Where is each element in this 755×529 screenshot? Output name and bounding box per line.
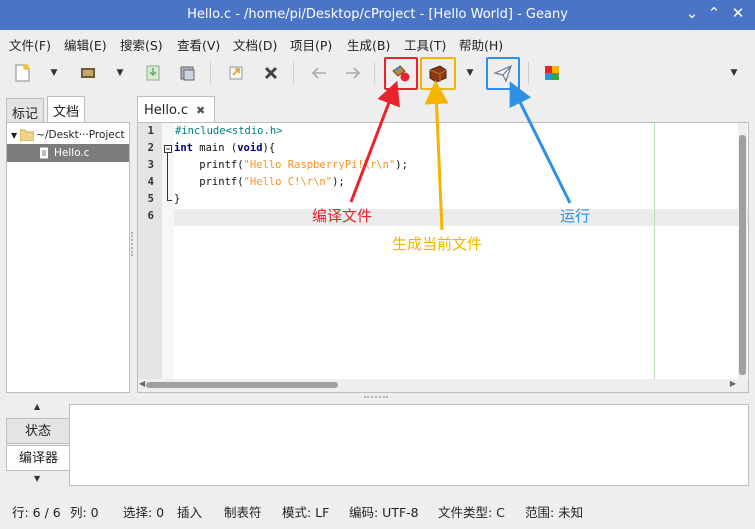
fold-margin [162,123,174,379]
line-number: 4 [147,176,154,188]
line-number: 2 [147,142,154,154]
tree-folder-label: ~/Deskt···Project [36,129,125,141]
menu-search[interactable]: 搜索(S) [120,35,163,54]
tree-file-row[interactable]: Hello.c [7,144,129,162]
fold-minus-icon[interactable] [164,145,172,153]
line-number: 5 [147,193,154,205]
menu-project[interactable]: 项目(P) [290,35,332,54]
menu-file[interactable]: 文件(F) [9,35,51,54]
message-window: ▲ 状态 编译器 ▼ [6,398,749,490]
open-file-icon[interactable] [74,59,102,87]
build-dropdown-icon[interactable]: ▼ [464,65,476,81]
annotation-run-label: 运行 [560,207,591,225]
tree-folder-row[interactable]: ▼ ~/Deskt···Project [7,126,129,144]
tab-hello-c[interactable]: Hello.c ✖ [137,96,215,123]
sidebar-tabs: 标记 文档 [6,96,130,123]
line-number: 3 [147,159,154,171]
line-number: 6 [147,210,154,222]
current-line-highlight [174,209,748,226]
back-arrow-icon[interactable] [305,59,333,87]
code-line-1: #include<stdio.h> [175,125,283,137]
status-selection: 选择: 0 [123,505,165,520]
editor-tab-label: Hello.c [144,102,189,118]
folder-icon [20,129,35,141]
compiler-output[interactable] [69,404,749,486]
run-icon[interactable] [489,59,517,87]
tab-status[interactable]: 状态 [6,418,70,444]
menu-bar: 文件(F) 编辑(E) 搜索(S) 查看(V) 文档(D) 项目(P) 生成(B… [0,30,755,56]
scroll-right-icon[interactable]: ▶ [730,379,736,388]
tab-documents[interactable]: 文档 [47,96,86,123]
window-title: Hello.c - /home/pi/Desktop/cProject - [H… [187,7,568,22]
line-number-gutter: 1 2 3 4 5 6 [138,123,162,379]
close-tab-icon[interactable]: ✖ [196,104,205,117]
status-indent: 制表符 [224,505,262,520]
tree-file-label: Hello.c [54,147,90,159]
compile-icon[interactable] [387,59,415,87]
long-line-marker [654,123,655,379]
vertical-splitter-handle[interactable] [131,232,135,256]
menu-document[interactable]: 文档(D) [233,35,277,54]
new-file-dropdown-icon[interactable]: ▼ [48,65,60,81]
build-icon[interactable] [424,59,452,87]
toolbar-overflow-icon[interactable]: ▼ [728,65,740,81]
horizontal-scroll-thumb[interactable] [146,382,338,388]
save-icon[interactable] [139,59,167,87]
annotation-compile-label: 编译文件 [312,207,373,225]
title-bar: Hello.c - /home/pi/Desktop/cProject - [H… [0,0,755,30]
msg-scroll-up-icon[interactable]: ▲ [34,402,40,411]
expander-down-icon[interactable]: ▼ [11,131,17,140]
status-eol-mode: 模式: LF [282,505,330,520]
status-scope: 范围: 未知 [525,505,584,520]
close-file-icon[interactable] [257,59,285,87]
annotation-build-label: 生成当前文件 [392,235,483,253]
tab-symbols[interactable]: 标记 [6,98,45,122]
code-editor[interactable]: 1 2 3 4 5 6 #include<stdio.h> int main (… [137,122,749,393]
menu-help[interactable]: 帮助(H) [459,35,503,54]
open-file-dropdown-icon[interactable]: ▼ [114,65,126,81]
sidebar: 标记 文档 ▼ ~/Deskt···Project Hello.c [6,96,130,393]
menu-tools[interactable]: 工具(T) [404,35,446,54]
horizontal-scrollbar[interactable]: ◀ ▶ [138,379,748,392]
minimize-icon[interactable]: ⌄ [682,4,702,26]
toolbar: ▼ ▼ ▼ ▼ [0,56,755,92]
status-bar: 行: 6 / 6 列: 0 选择: 0 插入 制表符 模式: LF 编码: UT… [0,496,755,524]
status-encoding: 编码: UTF-8 [349,505,419,520]
msg-scroll-down-icon[interactable]: ▼ [34,474,40,483]
code-line-5: } [174,193,181,205]
menu-view[interactable]: 查看(V) [177,35,220,54]
vertical-scroll-thumb[interactable] [739,135,746,375]
vertical-scrollbar[interactable] [738,123,747,379]
code-line-3: printf("Hello RaspberryPi!\r\n"); [174,159,408,171]
forward-arrow-icon[interactable] [339,59,367,87]
close-window-icon[interactable]: ✕ [728,4,748,26]
menu-build[interactable]: 生成(B) [347,35,390,54]
scroll-left-icon[interactable]: ◀ [139,379,145,388]
new-file-icon[interactable] [8,59,36,87]
line-number: 1 [147,125,154,137]
maximize-icon[interactable]: ⌃ [704,4,724,26]
status-column: 列: 0 [70,505,99,520]
status-line: 行: 6 / 6 [12,505,61,520]
color-chooser-icon[interactable] [538,59,566,87]
save-all-icon[interactable] [174,59,202,87]
status-insert-mode: 插入 [177,505,203,520]
document-tree: ▼ ~/Deskt···Project Hello.c [6,122,130,393]
code-line-4: printf("Hello C!\r\n"); [174,176,345,188]
editor-tabs: Hello.c ✖ [137,96,749,123]
file-icon [40,147,48,159]
code-line-2: int main (void){ [174,142,276,154]
tab-compiler[interactable]: 编译器 [6,445,70,471]
status-filetype: 文件类型: C [438,505,505,520]
revert-icon[interactable] [222,59,250,87]
menu-edit[interactable]: 编辑(E) [64,35,107,54]
